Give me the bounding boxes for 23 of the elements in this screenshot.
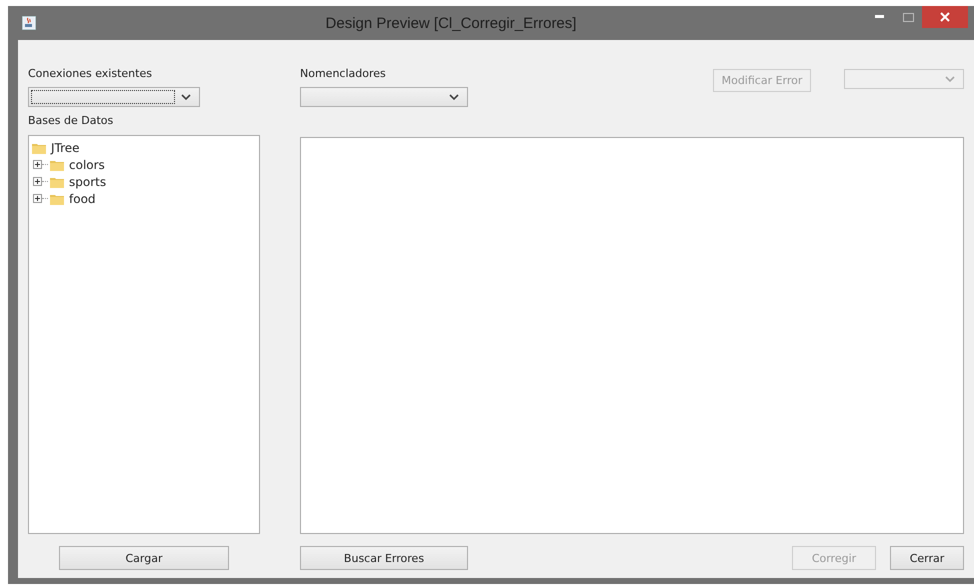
field-label: Nomencladores: [300, 66, 387, 82]
close-icon: [940, 12, 950, 22]
tree-item[interactable]: JTree: [51, 140, 80, 154]
caret-icon: [449, 94, 459, 100]
maximize-icon: [902, 12, 914, 22]
tree-item[interactable]: food: [69, 192, 96, 206]
window-title: Design Preview [Cl_Corregir_Errores]: [324, 14, 578, 32]
caret-icon: [181, 94, 191, 100]
button[interactable]: Buscar Errores: [300, 546, 468, 570]
button[interactable]: Cerrar: [890, 546, 964, 570]
button[interactable]: Cargar: [59, 546, 229, 570]
expand-icon[interactable]: [33, 160, 42, 169]
field-label: Conexiones existentes: [28, 66, 153, 82]
caret-icon: [945, 76, 955, 82]
expand-icon[interactable]: [33, 194, 42, 203]
tree-item[interactable]: colors: [69, 158, 105, 172]
close-button[interactable]: [922, 6, 968, 28]
expand-icon[interactable]: [33, 177, 42, 186]
minimize-icon: [875, 15, 885, 19]
tree-item[interactable]: sports: [69, 174, 106, 188]
dropdown[interactable]: [28, 87, 200, 107]
cup-icon: [22, 16, 36, 30]
field-label: Bases de Datos: [28, 113, 114, 129]
